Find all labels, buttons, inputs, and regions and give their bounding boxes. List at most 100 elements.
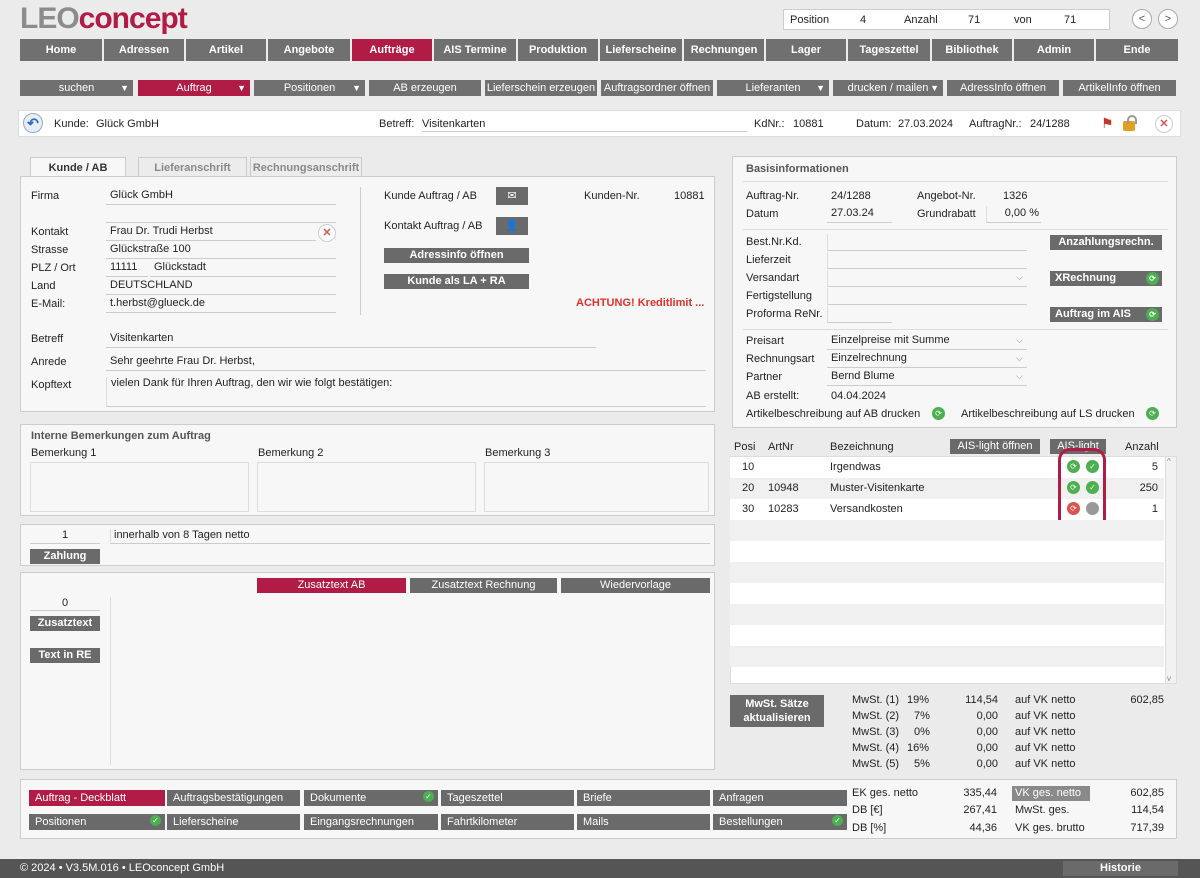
positionen-dropdown[interactable]: Positionen ▼	[254, 80, 365, 96]
nav-admin[interactable]: Admin	[1014, 39, 1094, 61]
lieferzeit-field[interactable]	[827, 252, 1027, 269]
table-scrollbar[interactable]: ^ v	[1165, 457, 1176, 683]
nav-tageszettel[interactable]: Tageszettel	[848, 39, 930, 61]
basis-datum-field[interactable]: 27.03.24	[827, 206, 892, 223]
email-field[interactable]: t.herbst@glueck.de	[106, 296, 336, 313]
nav-angebote[interactable]: Angebote	[268, 39, 350, 61]
flag-icon[interactable]: ⚑	[1101, 115, 1114, 132]
kunde-la-ra-button[interactable]: Kunde als LA + RA	[384, 274, 529, 289]
tab-rechnungsanschrift[interactable]: Rechnungsanschrift	[250, 157, 362, 177]
eingangsrechnungen-button[interactable]: Eingangsrechnungen	[304, 814, 438, 830]
chevron-up-icon[interactable]: ^	[1167, 457, 1171, 466]
grundrabatt-field[interactable]: 0,00 %	[986, 206, 1041, 223]
close-icon[interactable]: ✕	[1155, 115, 1173, 133]
dokumente-button[interactable]: Dokumente ✓	[304, 790, 438, 806]
nav-ende[interactable]: Ende	[1096, 39, 1178, 61]
zahlung-days-field[interactable]: 1	[30, 529, 100, 544]
zusatztext-editor[interactable]	[110, 597, 710, 765]
anrede-field[interactable]: Sehr geehrte Frau Dr. Herbst,	[106, 354, 706, 371]
ab-erzeugen-button[interactable]: AB erzeugen	[369, 80, 481, 96]
tab-lieferanschrift[interactable]: Lieferanschrift	[138, 157, 247, 177]
bemerkung-1-field[interactable]	[30, 462, 249, 512]
unlock-icon[interactable]	[1121, 115, 1139, 131]
nav-rechnungen[interactable]: Rechnungen	[684, 39, 764, 61]
rechnungsart-select[interactable]: Einzelrechnung ⌵	[827, 351, 1027, 368]
tab-zusatztext-ab[interactable]: Zusatztext AB	[257, 578, 406, 593]
customer-summary-bar: ↶ Kunde: Glück GmbH Betreff: Visitenkart…	[18, 110, 1181, 137]
position-value: 4	[860, 14, 867, 26]
mails-button[interactable]: Mails	[577, 814, 710, 830]
auftrag-dropdown[interactable]: Auftrag ▼	[138, 80, 250, 96]
drucken-mailen-dropdown[interactable]: drucken / mailen ▼	[833, 80, 943, 96]
lieferanten-dropdown[interactable]: Lieferanten ▼	[717, 80, 829, 96]
adressinfo-button[interactable]: Adressinfo öffnen	[384, 248, 529, 263]
land-field[interactable]: DEUTSCHLAND	[106, 278, 336, 295]
next-record-button[interactable]: >	[1158, 9, 1178, 29]
ort-field[interactable]: Glückstadt	[150, 260, 336, 277]
lieferschein-erzeugen-button[interactable]: Lieferschein erzeugen	[485, 80, 597, 96]
firma2-field[interactable]	[106, 206, 336, 223]
bemerkung-2-field[interactable]	[257, 462, 476, 512]
prev-record-button[interactable]: <	[1132, 9, 1152, 29]
back-arrow-icon[interactable]: ↶	[23, 113, 43, 133]
kontakt-field[interactable]: Frau Dr. Trudi Herbst	[106, 224, 316, 241]
envelope-icon[interactable]: ✉	[496, 187, 528, 205]
nav-produktion[interactable]: Produktion	[518, 39, 598, 61]
fahrtkilometer-button[interactable]: Fahrtkilometer	[441, 814, 574, 830]
bestnr-field[interactable]	[827, 234, 1027, 251]
zahlung-button[interactable]: Zahlung	[30, 549, 100, 564]
nav-artikel[interactable]: Artikel	[186, 39, 266, 61]
briefe-button[interactable]: Briefe	[577, 790, 710, 806]
text-in-re-button[interactable]: Text in RE	[30, 648, 100, 663]
anfragen-button[interactable]: Anfragen	[713, 790, 847, 806]
nav-lieferscheine[interactable]: Lieferscheine	[600, 39, 682, 61]
nav-home[interactable]: Home	[20, 39, 102, 61]
suchen-dropdown[interactable]: suchen ▼	[20, 80, 133, 96]
zusatztext-button[interactable]: Zusatztext	[30, 616, 100, 631]
strasse-field[interactable]: Glückstraße 100	[106, 242, 336, 259]
db-value: 267,41	[963, 804, 997, 816]
positionen-button[interactable]: Positionen ✓	[29, 814, 165, 830]
partner-select[interactable]: Bernd Blume ⌵	[827, 369, 1027, 386]
xrechnung-button[interactable]: XRechnung ⟳	[1050, 271, 1162, 286]
tab-zusatztext-rechnung[interactable]: Zusatztext Rechnung	[410, 578, 557, 593]
artbeschr-ls-toggle-icon[interactable]: ⟳	[1146, 407, 1159, 420]
firma-field[interactable]: Glück GmbH	[106, 188, 336, 205]
ais-light-open-button[interactable]: AIS-light öffnen	[950, 439, 1040, 454]
chevron-down-icon[interactable]: v	[1167, 674, 1171, 683]
mwst-update-button[interactable]: MwSt. Sätze aktualisieren	[730, 695, 824, 727]
clear-contact-icon[interactable]: ✕	[318, 224, 336, 242]
auftragsbestaetigungen-button[interactable]: Auftragsbestätigungen	[167, 790, 300, 806]
nav-auftraege[interactable]: Aufträge	[352, 39, 432, 61]
bestellungen-button[interactable]: Bestellungen ✓	[713, 814, 847, 830]
person-icon[interactable]: 👤	[496, 217, 528, 235]
zahlung-text-field[interactable]: innerhalb von 8 Tagen netto	[110, 529, 710, 544]
artbeschr-ab-toggle-icon[interactable]: ⟳	[932, 407, 945, 420]
versandart-select[interactable]: ⌵	[827, 270, 1027, 287]
chevron-down-icon: ⌵	[1016, 371, 1023, 381]
nav-adressen[interactable]: Adressen	[104, 39, 184, 61]
tab-kunde-ab[interactable]: Kunde / AB	[30, 157, 126, 177]
nav-lager[interactable]: Lager	[766, 39, 846, 61]
auftrag-deckblatt-button[interactable]: Auftrag - Deckblatt	[29, 790, 165, 806]
kopftext-field[interactable]: vielen Dank für Ihren Auftrag, den wir w…	[106, 377, 706, 407]
preisart-select[interactable]: Einzelpreise mit Summe ⌵	[827, 333, 1027, 350]
betreff-field[interactable]: Visitenkarten	[106, 331, 596, 348]
lieferscheine-button[interactable]: Lieferscheine	[167, 814, 300, 830]
refresh-icon: ⟳	[1146, 272, 1159, 285]
fertigstellung-field[interactable]	[827, 288, 1027, 305]
historie-button[interactable]: Historie	[1063, 861, 1178, 876]
plz-field[interactable]: 11111	[106, 260, 148, 277]
adressinfo-toolbar-button[interactable]: AdressInfo öffnen	[947, 80, 1059, 96]
nav-bibliothek[interactable]: Bibliothek	[932, 39, 1012, 61]
tab-wiedervorlage[interactable]: Wiedervorlage	[561, 578, 710, 593]
auftragsordner-button[interactable]: Auftragsordner öffnen	[601, 80, 713, 96]
proforma-field[interactable]	[827, 306, 892, 323]
anzahlungsrechnung-button[interactable]: Anzahlungsrechn.	[1050, 235, 1162, 250]
auftrag-im-ais-button[interactable]: Auftrag im AIS ⟳	[1050, 307, 1162, 322]
tageszettel-button[interactable]: Tageszettel	[441, 790, 574, 806]
chevron-down-icon: ▼	[352, 83, 361, 93]
nav-ais-termine[interactable]: AIS Termine	[434, 39, 516, 61]
bemerkung-3-field[interactable]	[484, 462, 709, 512]
artikelinfo-toolbar-button[interactable]: ArtikelInfo öffnen	[1063, 80, 1176, 96]
